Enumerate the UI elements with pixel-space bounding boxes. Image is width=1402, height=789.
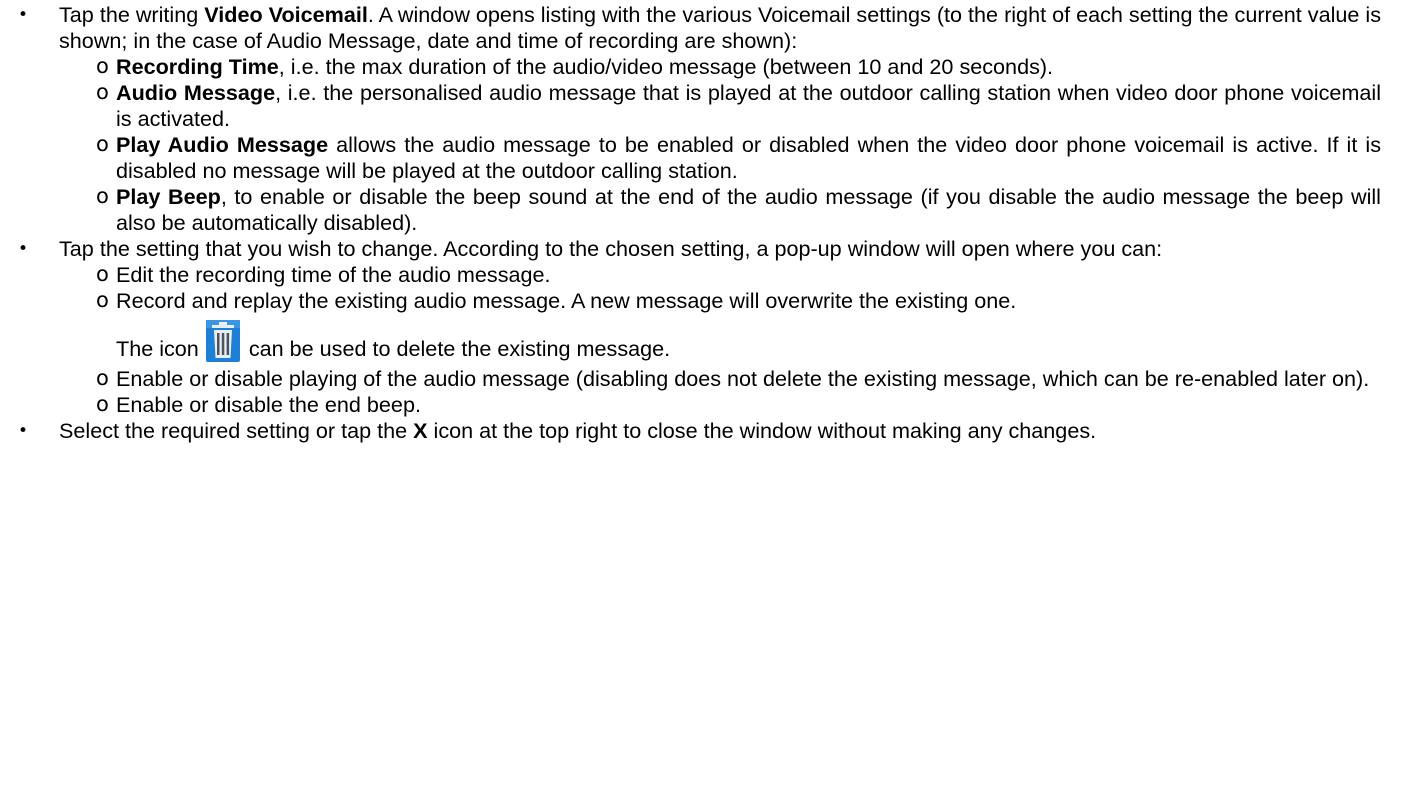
sub-list-item-text: Record and replay the existing audio mes… [116,288,1017,313]
list-item: • Tap the writing Video Voicemail. A win… [0,2,1381,54]
sub-list-item-text: Edit the recording time of the audio mes… [116,262,551,287]
bold-term: Play Audio Message [116,132,329,157]
sub-list-item-text: Audio Message, i.e. the personalised aud… [116,80,1381,131]
bold-term: Audio Message [116,80,276,105]
sub-bullet-marker: o [96,184,109,208]
sub-list-item: o Edit the recording time of the audio m… [0,262,1381,288]
sub-list-item-text: Play Beep, to enable or disable the beep… [116,184,1381,235]
bullet-marker: • [18,421,29,441]
sub-list-item: o Audio Message, i.e. the personalised a… [0,80,1381,132]
sub-bullet-marker: o [96,366,109,390]
instructions-document: • Tap the writing Video Voicemail. A win… [0,2,1402,444]
sub-list-item: o Play Beep, to enable or disable the be… [0,184,1381,236]
sub-list-item-text: Recording Time, i.e. the max duration of… [116,54,1054,79]
sub-list-item: o Enable or disable playing of the audio… [0,366,1381,392]
sub-bullet-marker: o [96,80,109,104]
list-item: • Tap the setting that you wish to chang… [0,236,1381,262]
bold-term: Recording Time [116,54,279,79]
list-item: • Select the required setting or tap the… [0,418,1381,444]
trash-icon [205,320,240,362]
bold-term: Play Beep [116,184,221,209]
icon-description-text: can be used to delete the existing messa… [248,336,671,361]
sub-bullet-marker: o [96,132,109,156]
sub-bullet-marker: o [96,54,109,78]
sub-list-item-text: Play Audio Message allows the audio mess… [116,132,1381,183]
sub-list-item: o Play Audio Message allows the audio me… [0,132,1381,184]
sub-list-item-text: Enable or disable the end beep. [116,392,421,417]
bold-term: X [413,418,428,443]
sub-bullet-marker: o [96,288,109,312]
sub-bullet-marker: o [96,262,109,286]
icon-intro-text: The icon [116,336,199,361]
bullet-marker: • [18,239,29,259]
list-item-text: Tap the writing Video Voicemail. A windo… [59,2,1381,53]
sub-list-item: o Record and replay the existing audio m… [0,288,1381,366]
list-item-text: Tap the setting that you wish to change.… [59,236,1163,261]
sub-list-item: o Enable or disable the end beep. [0,392,1381,418]
list-item-text: Select the required setting or tap the X… [59,418,1097,443]
icon-description-line: The icon can be used to delete the exist… [116,314,1381,366]
bullet-marker: • [18,5,29,25]
sub-bullet-marker: o [96,392,109,416]
sub-list-item-text: Enable or disable playing of the audio m… [116,366,1370,391]
bold-term: Video Voicemail [204,2,368,27]
sub-list-item: o Recording Time, i.e. the max duration … [0,54,1381,80]
